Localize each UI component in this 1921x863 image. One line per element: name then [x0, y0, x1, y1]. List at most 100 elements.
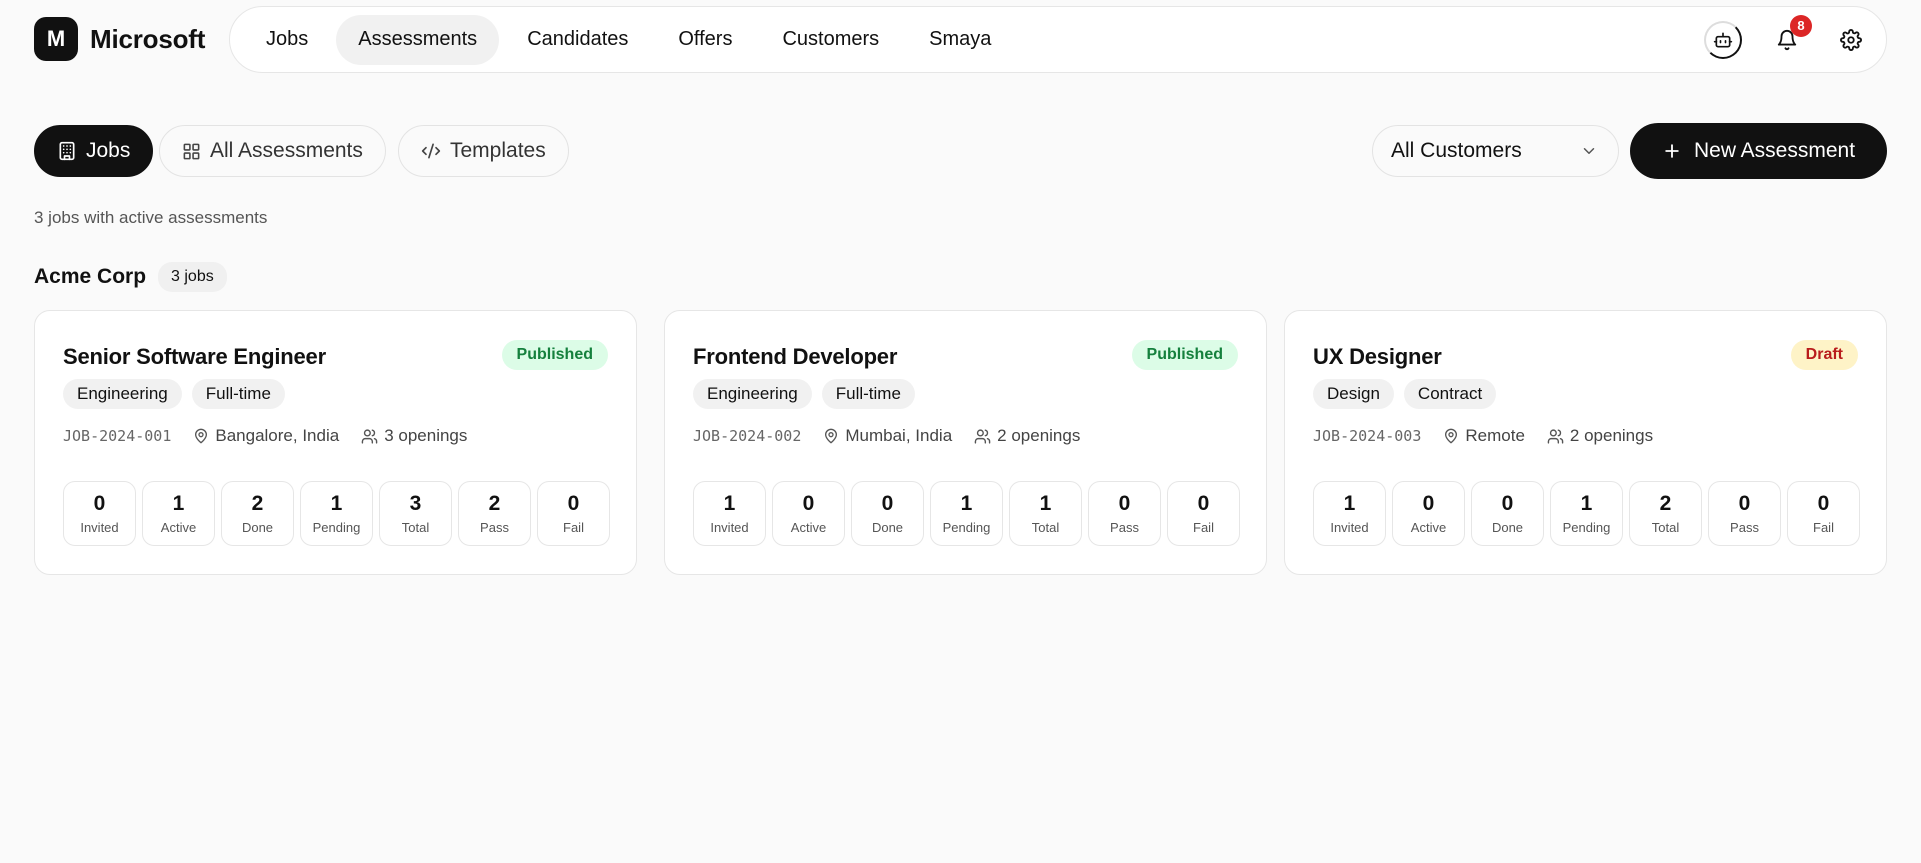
- users-icon: [1547, 428, 1564, 444]
- stat-label: Active: [790, 520, 827, 535]
- stat-label: Invited: [80, 520, 119, 535]
- stat-label: Total: [1651, 520, 1680, 535]
- job-tags: Engineering Full-time: [693, 379, 915, 409]
- status-badge: Published: [501, 340, 608, 370]
- tag-employment-type: Full-time: [821, 379, 915, 409]
- view-tab-jobs[interactable]: Jobs: [34, 125, 154, 177]
- notifications-button[interactable]: 8: [1768, 14, 1812, 59]
- customer-group-count: 3 jobs: [158, 262, 227, 292]
- job-card[interactable]: UX Designer Draft Design Contract JOB-20…: [1284, 310, 1887, 575]
- top-navigation: Jobs Assessments Candidates Offers Custo…: [229, 6, 1887, 73]
- stat-active: 1 Active: [142, 481, 215, 546]
- stat-active: 0 Active: [772, 481, 845, 546]
- job-title: UX Designer: [1313, 344, 1442, 369]
- stat-invited: 1 Invited: [1313, 481, 1386, 546]
- nav-actions: 8: [1704, 7, 1870, 72]
- stat-value: 0: [567, 492, 580, 515]
- nav-item-customers[interactable]: Customers: [760, 15, 901, 65]
- job-location-text: Bangalore, India: [215, 426, 340, 445]
- stat-label: Pass: [1110, 520, 1139, 535]
- job-openings-text: 3 openings: [384, 426, 468, 445]
- stat-value: 1: [960, 492, 973, 515]
- view-tab-label: All Assessments: [210, 139, 363, 162]
- view-tab-all-assessments[interactable]: All Assessments: [159, 125, 386, 177]
- view-tab-label: Templates: [450, 139, 546, 162]
- job-card[interactable]: Frontend Developer Published Engineering…: [664, 310, 1267, 575]
- stat-pass: 2 Pass: [458, 481, 531, 546]
- job-title: Senior Software Engineer: [63, 344, 326, 369]
- stat-fail: 0 Fail: [1787, 481, 1860, 546]
- stat-pending: 1 Pending: [1550, 481, 1623, 546]
- tag-employment-type: Full-time: [191, 379, 285, 409]
- customer-group-title: Acme Corp: [34, 265, 147, 288]
- stat-label: Invited: [710, 520, 749, 535]
- stat-pending: 1 Pending: [930, 481, 1003, 546]
- job-location: Bangalore, India: [193, 426, 339, 446]
- assessment-stats: 0 Invited 1 Active 2 Done 1 Pending 3 Total 2 Pass 0…: [63, 481, 610, 546]
- brand-logo: M: [34, 17, 78, 61]
- stat-value: 1: [1580, 492, 1593, 515]
- stat-label: Active: [160, 520, 197, 535]
- nav-item-offers[interactable]: Offers: [656, 15, 754, 65]
- stat-done: 0 Done: [1471, 481, 1544, 546]
- stat-value: 1: [1039, 492, 1052, 515]
- bot-icon[interactable]: [1704, 20, 1742, 59]
- stat-total: 2 Total: [1629, 481, 1702, 546]
- job-title: Frontend Developer: [693, 344, 898, 369]
- stat-total: 1 Total: [1009, 481, 1082, 546]
- stat-value: 0: [1501, 492, 1514, 515]
- stat-label: Done: [1491, 520, 1524, 535]
- job-card[interactable]: Senior Software Engineer Published Engin…: [34, 310, 637, 575]
- stat-label: Pass: [480, 520, 509, 535]
- nav-item-assessments[interactable]: Assessments: [336, 14, 500, 65]
- view-tab-label: Jobs: [86, 139, 131, 162]
- users-icon: [361, 428, 378, 444]
- gear-icon[interactable]: [1832, 21, 1870, 59]
- job-location-text: Remote: [1465, 426, 1525, 445]
- stat-fail: 0 Fail: [537, 481, 610, 546]
- job-openings: 2 openings: [974, 426, 1080, 446]
- job-tags: Engineering Full-time: [63, 379, 285, 409]
- stat-value: 0: [93, 492, 106, 515]
- status-badge: Draft: [1790, 340, 1858, 370]
- customer-filter-value: All Customers: [1391, 139, 1522, 162]
- nav-item-jobs[interactable]: Jobs: [244, 15, 330, 65]
- stat-invited: 0 Invited: [63, 481, 136, 546]
- stat-done: 0 Done: [851, 481, 924, 546]
- tag-department: Engineering: [63, 379, 182, 409]
- job-location: Remote: [1443, 426, 1525, 446]
- stat-value: 1: [330, 492, 343, 515]
- job-location-text: Mumbai, India: [845, 426, 953, 445]
- building-icon: [59, 141, 75, 161]
- view-tab-templates[interactable]: Templates: [398, 125, 569, 177]
- stat-invited: 1 Invited: [693, 481, 766, 546]
- brand[interactable]: M Microsoft: [34, 17, 205, 61]
- stat-value: 2: [251, 492, 264, 515]
- brand-name: Microsoft: [90, 23, 206, 54]
- stat-value: 1: [723, 492, 736, 515]
- tag-department: Engineering: [693, 379, 812, 409]
- new-assessment-label: New Assessment: [1693, 139, 1856, 162]
- stat-label: Total: [401, 520, 430, 535]
- nav-item-candidates[interactable]: Candidates: [505, 15, 650, 65]
- job-id: JOB-2024-001: [63, 427, 172, 445]
- stat-pass: 0 Pass: [1708, 481, 1781, 546]
- customer-filter-select[interactable]: All Customers: [1372, 125, 1619, 177]
- stat-value: 0: [1422, 492, 1435, 515]
- stat-label: Pending: [942, 520, 991, 535]
- notification-badge: 8: [1790, 14, 1812, 37]
- stat-value: 0: [1738, 492, 1751, 515]
- map-pin-icon: [1445, 428, 1458, 444]
- assessment-stats: 1 Invited 0 Active 0 Done 1 Pending 2 Total 0 Pass 0…: [1313, 481, 1860, 546]
- stat-value: 1: [1343, 492, 1356, 515]
- stat-label: Pending: [1562, 520, 1611, 535]
- stat-value: 3: [409, 492, 422, 515]
- nav-item-smaya[interactable]: Smaya: [907, 15, 1013, 65]
- stat-label: Pending: [312, 520, 361, 535]
- tag-department: Design: [1313, 379, 1394, 409]
- map-pin-icon: [825, 428, 838, 444]
- stat-value: 0: [1197, 492, 1210, 515]
- new-assessment-button[interactable]: New Assessment: [1630, 123, 1887, 179]
- stat-pending: 1 Pending: [300, 481, 373, 546]
- stat-label: Invited: [1330, 520, 1369, 535]
